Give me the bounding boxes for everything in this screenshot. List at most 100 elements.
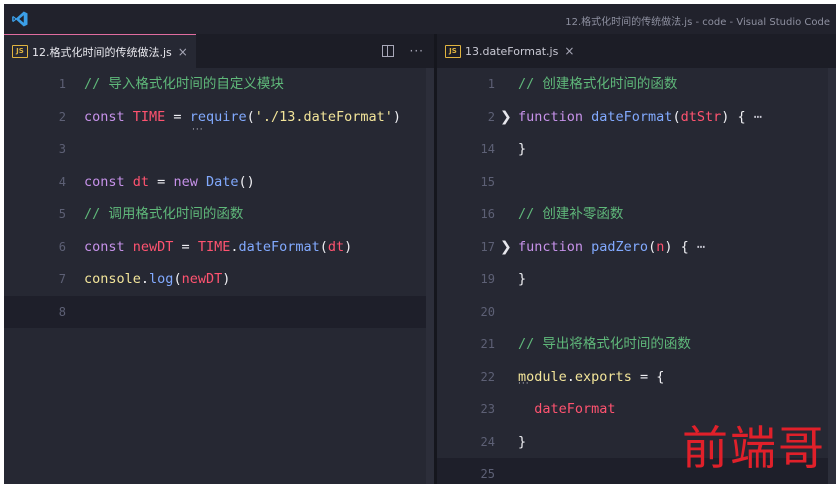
code-line[interactable]: 6 const newDT = TIME.dateFormat(dt) [4,231,434,263]
code-line[interactable]: 20 [437,296,836,328]
code-editor-left[interactable]: 1 // 导入格式化时间的自定义模块 2 const TIME = require('… [4,68,434,484]
code-token: ⋯ [753,108,762,125]
code-token: const [84,173,133,190]
inline-hint-dots: ··· [192,125,204,135]
code-token: // 导出将格式化时间的函数 [518,336,691,352]
code-line[interactable]: 1 // 导入格式化时间的自定义模块 [4,68,434,100]
line-number: 2 [58,109,66,124]
line-number: 22 [480,369,495,384]
line-number: 6 [58,239,66,254]
line-number: 17 [480,239,495,254]
code-token: () [238,173,255,190]
line-number: 5 [58,207,66,221]
code-token: dateFormat [518,401,616,417]
close-icon[interactable]: × [564,44,574,58]
code-token: ( [173,271,182,287]
code-token: dtStr [680,108,722,125]
code-token: console [84,271,141,287]
editor-group-left: JS 12.格式化时间的传统做法.js × ··· 1 // 导入格式化时间的自定… [4,34,434,484]
vscode-logo-icon [12,11,28,27]
code-token: ⋯ [696,238,705,255]
line-number: 1 [487,77,495,91]
code-line[interactable]: 2 const TIME = require('./13.dateFormat') [4,101,434,133]
tab-label: 13.dateFormat.js [465,44,559,58]
watermark-text: 前端哥 [682,421,826,475]
line-number: 21 [480,337,495,351]
code-token: // 调用格式化时间的函数 [84,206,244,222]
code-text: const dt = new Date() [84,172,255,192]
code-token: './13.dateFormat' [254,108,393,125]
code-text: } [518,432,526,452]
code-line[interactable]: 19} [437,263,836,295]
line-number: 20 [480,304,495,319]
code-line[interactable]: 5 // 调用格式化时间的函数 [4,198,434,230]
code-token: ( [648,238,657,255]
code-token: const [84,238,133,255]
code-line[interactable]: 16 // 创建补零函数 [437,198,836,230]
close-icon[interactable]: × [178,45,188,59]
code-text: console.log(newDT) [84,269,230,289]
code-line[interactable]: 21 // 导出将格式化时间的函数 [437,328,836,360]
code-token: ) { [664,238,697,255]
line-number: 8 [58,304,66,319]
more-actions-icon[interactable]: ··· [410,44,424,58]
fold-chevron-icon[interactable]: ❯ [500,238,512,256]
code-token: ( [246,108,255,125]
scrollbar-left[interactable] [426,68,434,484]
code-line[interactable]: 14} [437,133,836,165]
code-line[interactable]: 1 // 创建格式化时间的函数 [437,68,836,100]
code-token: ) [392,108,402,125]
code-token: // 导入格式化时间的自定义模块 [84,76,284,92]
code-token: dateFormat [238,238,320,255]
tab-bar-right: JS 13.dateFormat.js × [437,34,836,68]
tab-12-format-traditional[interactable]: JS 12.格式化时间的传统做法.js × [4,34,196,68]
split-editor-icon[interactable] [381,45,394,57]
code-text: } [518,139,526,159]
code-token: function [518,108,592,125]
line-number: 24 [480,434,495,449]
line-number: 14 [480,142,495,156]
code-token: dt [132,173,150,190]
code-text: dateFormat [518,399,616,419]
code-line[interactable]: 7 console.log(newDT) [4,263,434,295]
code-line[interactable]: 4 const dt = new Date() [4,166,434,198]
js-file-icon: JS [445,44,461,58]
line-number: 16 [480,207,495,221]
code-text: // 调用格式化时间的函数 [84,204,243,224]
line-number: 1 [58,77,66,91]
code-text: // 导入格式化时间的自定义模块 [84,74,284,94]
code-token: } [518,433,527,450]
line-number: 25 [480,467,495,481]
code-line[interactable]: 22 module.exports = { [437,361,836,393]
fold-chevron-icon[interactable]: ❯ [500,108,512,126]
code-token: padZero [591,238,649,255]
code-line[interactable]: 2 ❯ function dateFormat(dtStr) { ⋯ [437,101,836,133]
code-text: // 创建格式化时间的函数 [518,74,677,94]
tab-label: 12.格式化时间的传统做法.js [32,45,172,59]
code-token: function [518,238,592,255]
editor-group-right: JS 13.dateFormat.js × 1 // 创建格式化时间的函数 2 ❯ fu… [437,34,836,484]
line-number: 2 [487,109,495,124]
code-line[interactable]: 15 [437,166,836,198]
code-text: // 导出将格式化时间的函数 [518,334,691,354]
code-line[interactable]: 8 [4,295,434,328]
code-token: dt [327,238,345,255]
code-text: module.exports = { [518,367,664,387]
code-token: const [84,108,133,125]
code-line[interactable]: 17 ❯ function padZero(n) { ⋯ [437,231,836,263]
code-text: function padZero(n) { ⋯ [518,237,705,257]
scrollbar-right[interactable] [828,68,836,484]
vscode-window: 12.格式化时间的传统做法.js - code - Visual Studio … [4,4,836,484]
tab-13-dateformat[interactable]: JS 13.dateFormat.js × [437,34,583,68]
window-title: 12.格式化时间的传统做法.js - code - Visual Studio … [565,17,830,28]
code-token: . [566,368,575,385]
code-token: TIME [132,108,166,125]
code-text: // 创建补零函数 [518,204,623,224]
code-token: new [173,173,206,190]
code-token: ( [319,238,328,255]
code-text: const TIME = require('./13.dateFormat') [84,107,401,127]
code-line[interactable]: 3 [4,133,434,165]
tab-bar-left: JS 12.格式化时间的传统做法.js × ··· [4,34,434,68]
line-number: 3 [58,142,66,156]
code-token: } [518,271,527,287]
